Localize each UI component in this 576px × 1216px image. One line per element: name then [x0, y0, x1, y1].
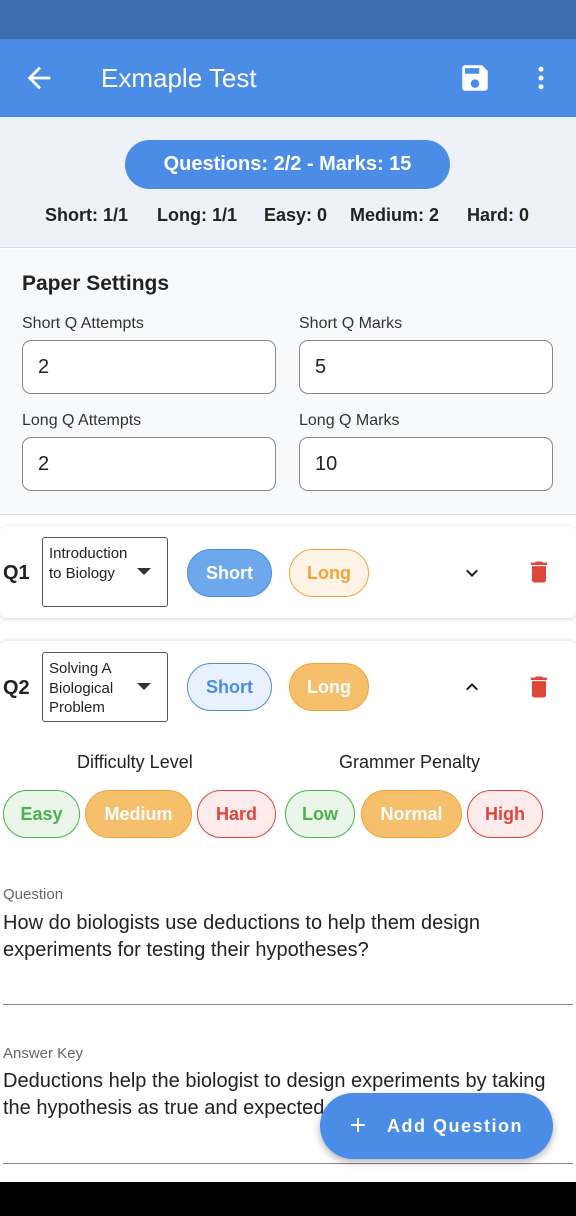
type-long-chip[interactable]: Long: [289, 549, 369, 597]
difficulty-medium-chip[interactable]: Medium: [85, 790, 192, 838]
question-text-field[interactable]: How do biologists use deductions to help…: [3, 910, 568, 964]
plus-icon: [351, 1118, 365, 1132]
stat-short: Short: 1/1: [45, 205, 129, 225]
long-attempts-label: Long Q Attempts: [22, 412, 142, 429]
page-title: Exmaple Test: [101, 63, 257, 93]
difficulty-easy-chip[interactable]: Easy: [3, 790, 80, 838]
topic-dropdown[interactable]: Introduction to Biology: [42, 537, 168, 607]
question-card-q1: Q1 Introduction to Biology Short Long: [0, 526, 576, 618]
chevron-down-icon[interactable]: [460, 561, 484, 585]
answer-key-label: Answer Key: [3, 1045, 84, 1062]
stat-medium: Medium: 2: [350, 205, 440, 225]
delete-icon[interactable]: [525, 557, 553, 587]
question-number: Q2: [3, 677, 30, 699]
stat-hard: Hard: 0: [467, 205, 530, 225]
grammar-penalty-label: Grammer Penalty: [339, 752, 481, 772]
stat-easy: Easy: 0: [264, 205, 328, 225]
short-attempts-field[interactable]: 2: [22, 340, 276, 394]
add-question-button[interactable]: Add Question: [320, 1093, 553, 1159]
question-field-underline: [3, 1004, 573, 1005]
short-marks-label: Short Q Marks: [299, 315, 403, 332]
system-nav-bar: [0, 1182, 576, 1216]
dropdown-caret-icon: [137, 683, 151, 690]
long-marks-label: Long Q Marks: [299, 412, 400, 429]
questions-marks-badge: Questions: 2/2 - Marks: 15: [125, 140, 450, 189]
arrow-back-icon[interactable]: [22, 61, 56, 95]
answer-key-underline: [3, 1163, 573, 1164]
type-long-chip[interactable]: Long: [289, 663, 369, 711]
paper-settings: Paper Settings Short Q Attempts 2 Short …: [0, 249, 576, 515]
app-bar: Exmaple Test: [0, 39, 576, 117]
topic-dropdown-value: Introduction to Biology: [49, 545, 128, 582]
difficulty-hard-chip[interactable]: Hard: [197, 790, 276, 838]
short-attempts-label: Short Q Attempts: [22, 315, 144, 332]
add-question-label: Add Question: [387, 1116, 523, 1136]
delete-icon[interactable]: [525, 672, 553, 702]
penalty-normal-chip[interactable]: Normal: [361, 790, 462, 838]
long-marks-field[interactable]: 10: [299, 437, 553, 491]
status-bar: [0, 0, 576, 39]
dropdown-caret-icon: [137, 568, 151, 575]
short-marks-field[interactable]: 5: [299, 340, 553, 394]
stats-row: Short: 1/1 Long: 1/1 Easy: 0 Medium: 2 H…: [0, 203, 576, 227]
type-short-chip[interactable]: Short: [187, 549, 272, 597]
topic-dropdown[interactable]: Solving A Biological Problem: [42, 652, 168, 722]
stat-long: Long: 1/1: [157, 205, 237, 225]
question-field-label: Question: [3, 886, 64, 903]
question-number: Q1: [3, 562, 30, 584]
paper-settings-heading: Paper Settings: [22, 272, 170, 295]
save-icon[interactable]: [458, 61, 492, 95]
chevron-up-icon[interactable]: [460, 675, 484, 699]
type-short-chip[interactable]: Short: [187, 663, 272, 711]
penalty-high-chip[interactable]: High: [467, 790, 543, 838]
summary-panel: Questions: 2/2 - Marks: 15 Short: 1/1 Lo…: [0, 117, 576, 248]
difficulty-label: Difficulty Level: [77, 752, 193, 772]
topic-dropdown-value: Solving A Biological Problem: [49, 660, 114, 716]
more-vert-icon[interactable]: [526, 61, 556, 95]
penalty-low-chip[interactable]: Low: [285, 790, 355, 838]
long-attempts-field[interactable]: 2: [22, 437, 276, 491]
